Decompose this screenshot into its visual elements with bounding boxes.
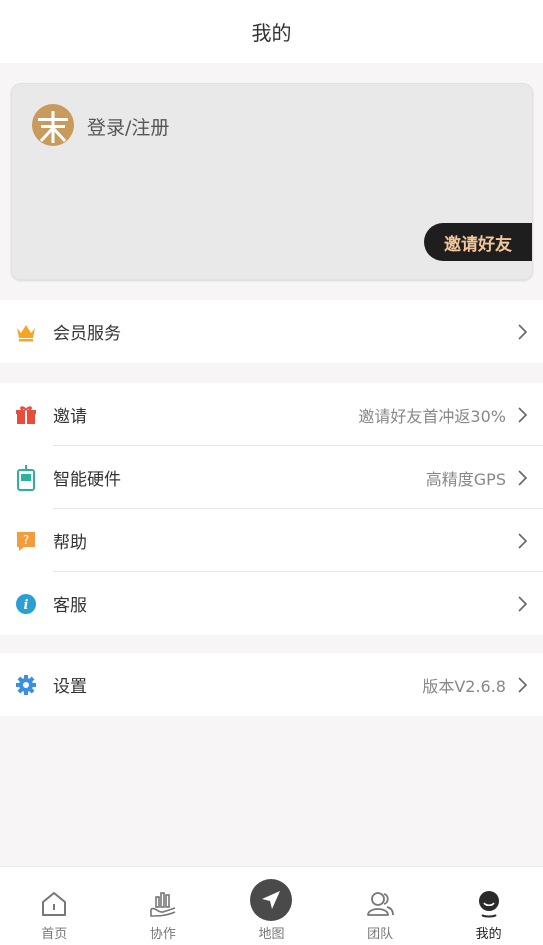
menu-item-smart-hardware[interactable]: 智能硬件 高精度GPS xyxy=(0,446,543,509)
crown-icon xyxy=(14,320,38,344)
chevron-right-icon xyxy=(518,596,528,612)
map-navigate-icon xyxy=(250,879,293,921)
header-bar: 我的 xyxy=(0,0,543,63)
tab-map[interactable]: 地图 xyxy=(217,867,326,945)
menu-group-settings: 设置 版本V2.6.8 xyxy=(0,653,543,716)
bottom-tab-bar: 首页 协作 地图 团队 我的 xyxy=(0,866,543,945)
tab-label: 我的 xyxy=(475,927,502,942)
menu-group-membership: 会员服务 xyxy=(0,300,543,363)
svg-text:?: ? xyxy=(23,533,29,547)
invite-friends-button[interactable]: 邀请好友 xyxy=(424,223,532,261)
page-title: 我的 xyxy=(251,21,292,45)
menu-item-label: 设置 xyxy=(53,677,87,697)
home-icon xyxy=(42,892,67,916)
svg-text:i: i xyxy=(24,598,29,613)
chevron-right-icon xyxy=(518,533,528,549)
chevron-right-icon xyxy=(518,324,528,340)
login-register-link[interactable]: 登录/注册 xyxy=(87,113,169,140)
tab-label: 团队 xyxy=(367,927,394,942)
tab-label: 协作 xyxy=(149,927,176,942)
menu-item-label: 智能硬件 xyxy=(53,470,121,490)
team-icon xyxy=(367,892,394,916)
collaborate-icon xyxy=(150,892,176,917)
menu-item-label: 帮助 xyxy=(53,533,87,553)
tab-label: 首页 xyxy=(41,927,68,942)
menu-item-membership[interactable]: 会员服务 xyxy=(0,300,543,363)
tab-collaborate[interactable]: 协作 xyxy=(109,867,218,945)
profile-card[interactable]: 登录/注册 邀请好友 xyxy=(11,83,533,280)
gear-icon xyxy=(14,673,38,697)
info-icon: i xyxy=(14,592,38,616)
tab-label: 地图 xyxy=(258,927,285,942)
menu-group-main: 邀请 邀请好友首冲返30% 智能硬件 高精度GPS ? 帮助 i 客服 xyxy=(0,383,543,635)
chevron-right-icon xyxy=(518,407,528,423)
help-icon: ? xyxy=(14,529,38,553)
menu-item-value: 版本V2.6.8 xyxy=(422,676,506,696)
tab-team[interactable]: 团队 xyxy=(326,867,435,945)
chevron-right-icon xyxy=(518,470,528,486)
menu-item-invite[interactable]: 邀请 邀请好友首冲返30% xyxy=(0,383,543,446)
menu-item-label: 客服 xyxy=(53,596,87,616)
menu-item-customer-service[interactable]: i 客服 xyxy=(0,572,543,635)
menu-item-settings[interactable]: 设置 版本V2.6.8 xyxy=(0,653,543,716)
menu-item-label: 会员服务 xyxy=(53,324,121,344)
gps-device-icon xyxy=(14,465,38,491)
menu-item-value: 高精度GPS xyxy=(425,469,506,489)
profile-icon xyxy=(478,891,499,918)
gift-icon xyxy=(14,403,38,427)
chevron-right-icon xyxy=(518,677,528,693)
avatar[interactable] xyxy=(31,103,75,147)
menu-item-help[interactable]: ? 帮助 xyxy=(0,509,543,572)
tab-home[interactable]: 首页 xyxy=(0,867,109,945)
menu-item-label: 邀请 xyxy=(53,407,87,427)
menu-item-value: 邀请好友首冲返30% xyxy=(358,406,506,426)
tab-profile[interactable]: 我的 xyxy=(434,867,543,945)
